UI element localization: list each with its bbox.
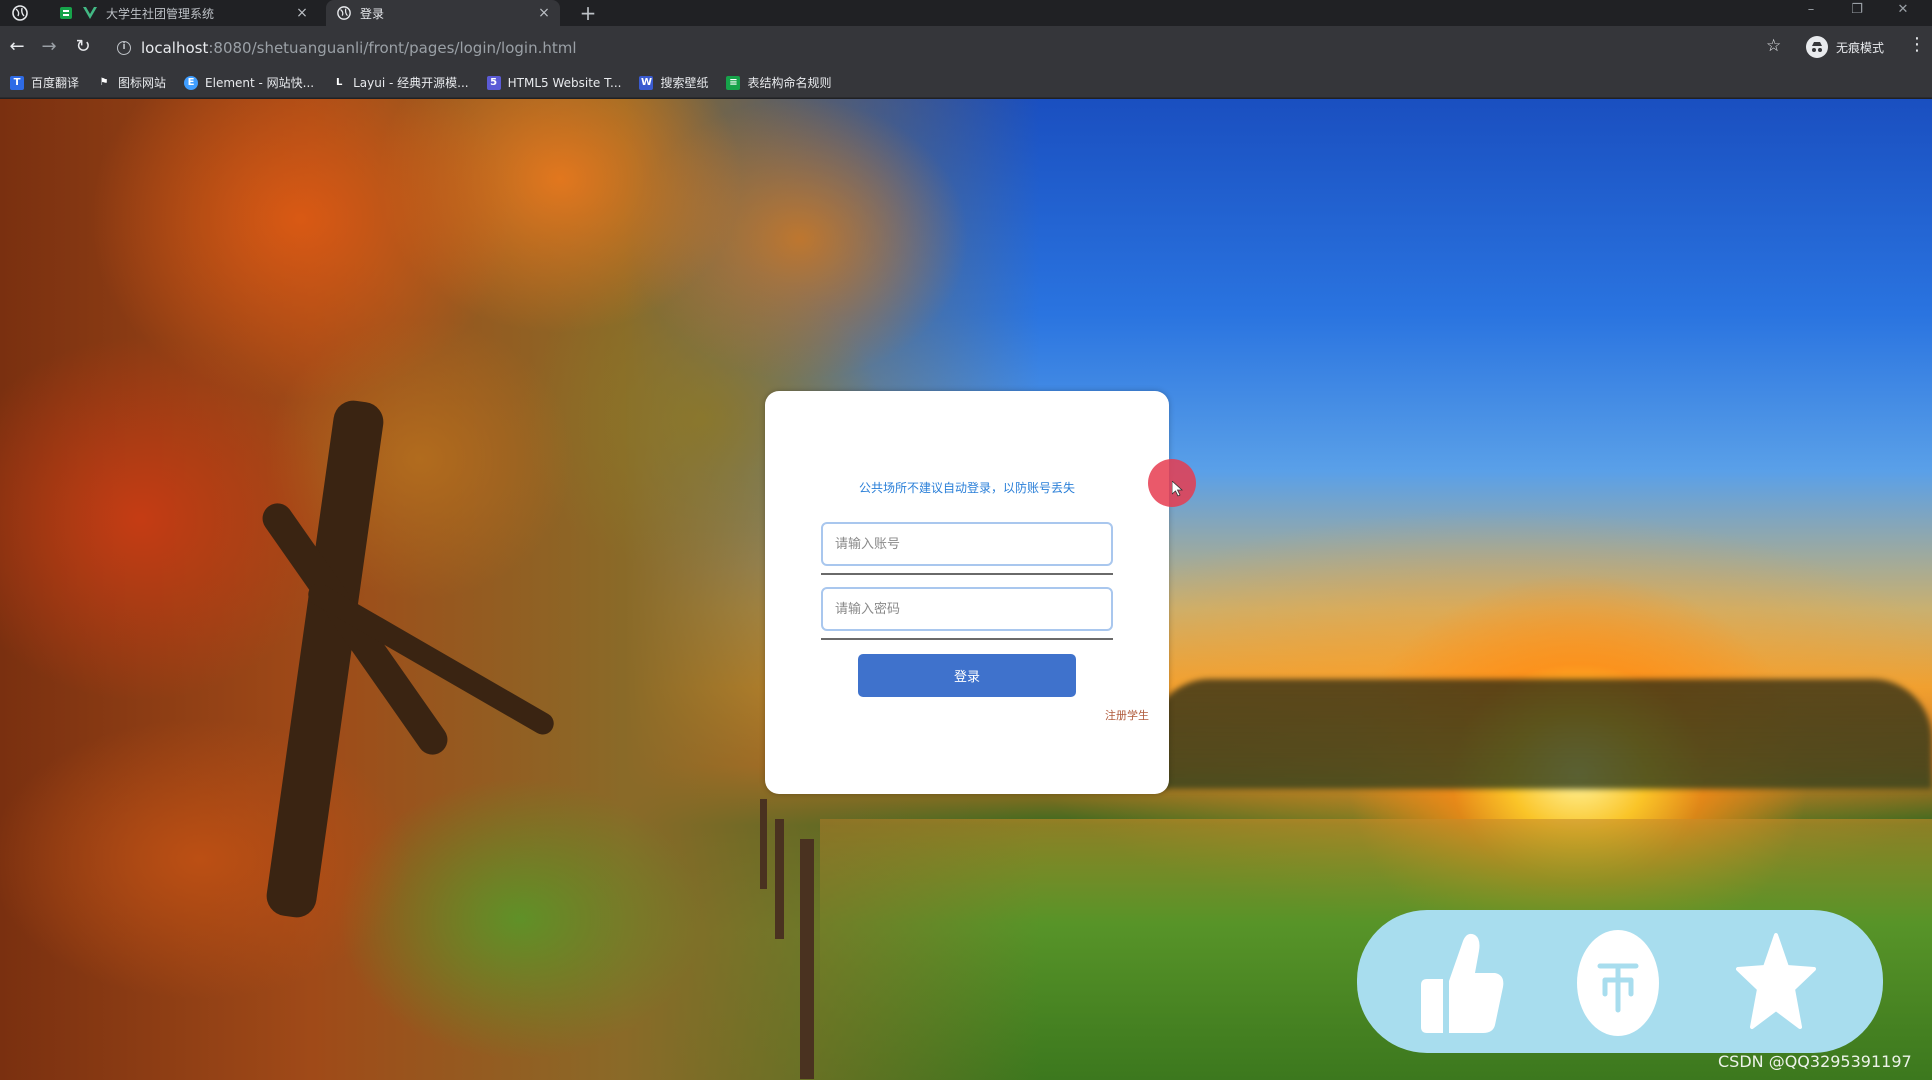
close-icon[interactable]: × bbox=[534, 5, 554, 21]
password-input[interactable] bbox=[821, 587, 1113, 631]
account-input[interactable] bbox=[821, 522, 1113, 566]
bookmark-label: HTML5 Website T... bbox=[507, 75, 622, 90]
html5-icon: 5 bbox=[486, 75, 501, 90]
incognito-icon bbox=[1806, 36, 1828, 58]
watermark: CSDN @QQ3295391197 bbox=[1718, 1052, 1912, 1071]
bookmark-table-naming[interactable]: ≡ 表结构命名规则 bbox=[726, 74, 831, 91]
globe-icon[interactable] bbox=[10, 3, 30, 23]
star-icon[interactable] bbox=[1721, 928, 1831, 1038]
bookmark-icon-site[interactable]: ⚑ 图标网站 bbox=[97, 74, 167, 91]
restore-icon[interactable]: ❐ bbox=[1834, 0, 1880, 26]
bookmark-html5[interactable]: 5 HTML5 Website T... bbox=[486, 75, 622, 90]
divider bbox=[821, 638, 1113, 640]
login-button[interactable]: 登录 bbox=[858, 654, 1076, 697]
tab-strip: 大学生社团管理系统 × 登录 × + – ❐ ✕ bbox=[0, 0, 1932, 26]
fence-post bbox=[760, 799, 767, 889]
tab-club-system[interactable]: 大学生社团管理系统 × bbox=[48, 0, 318, 26]
thumbs-up-icon[interactable] bbox=[1407, 928, 1517, 1038]
minimize-icon[interactable]: – bbox=[1788, 0, 1834, 26]
cursor-icon bbox=[1172, 481, 1184, 497]
sheet-icon bbox=[58, 5, 74, 21]
globe-icon bbox=[336, 5, 352, 21]
account-field-group bbox=[821, 522, 1113, 575]
close-window-icon[interactable]: ✕ bbox=[1880, 0, 1926, 26]
bookmark-label: 图标网站 bbox=[118, 76, 167, 90]
url-path: :8080/shetuanguanli/front/pages/login/lo… bbox=[208, 39, 577, 57]
sheet-icon: ≡ bbox=[726, 75, 741, 90]
action-bubble bbox=[1357, 910, 1883, 1053]
window-controls: – ❐ ✕ bbox=[1788, 0, 1926, 26]
bookmarks-bar: T 百度翻译 ⚑ 图标网站 E Element - 网站快... L Layui - 经… bbox=[0, 68, 1932, 98]
bookmark-wallpaper[interactable]: W 搜索壁纸 bbox=[639, 74, 708, 91]
bookmark-label: 表结构命名规则 bbox=[747, 76, 832, 90]
incognito-profile[interactable]: 无痕模式 bbox=[1806, 34, 1884, 60]
element-icon: E bbox=[184, 75, 199, 90]
flag-icon: ⚑ bbox=[99, 77, 109, 88]
reload-icon[interactable]: ↻ bbox=[72, 36, 94, 58]
fence-post bbox=[800, 839, 814, 1079]
info-icon[interactable]: i bbox=[117, 41, 131, 55]
bookmark-baidu-translate[interactable]: T 百度翻译 bbox=[10, 74, 79, 91]
bookmark-label: Layui - 经典开源模... bbox=[353, 76, 469, 90]
bookmark-layui[interactable]: L Layui - 经典开源模... bbox=[332, 74, 469, 91]
browser-toolbar: ← → ↻ i localhost:8080/shetuanguanli/fro… bbox=[0, 26, 1932, 68]
divider bbox=[821, 573, 1113, 575]
coin-icon[interactable] bbox=[1563, 928, 1673, 1038]
bookmark-label: 百度翻译 bbox=[31, 76, 80, 90]
baidu-translate-icon: T bbox=[10, 75, 24, 90]
tab-title: 大学生社团管理系统 bbox=[106, 6, 215, 21]
layui-icon: L bbox=[335, 77, 343, 88]
new-tab-button[interactable]: + bbox=[578, 1, 598, 25]
tab-title: 登录 bbox=[360, 6, 385, 21]
close-icon[interactable]: × bbox=[292, 5, 312, 21]
vue-icon bbox=[82, 5, 98, 21]
distant-treeline bbox=[1150, 679, 1932, 789]
bookmark-star-icon[interactable]: ☆ bbox=[1766, 36, 1781, 56]
password-field-group bbox=[821, 587, 1113, 640]
tab-login[interactable]: 登录 × bbox=[326, 0, 560, 26]
url-host: localhost bbox=[141, 39, 209, 57]
fence-post bbox=[775, 819, 784, 939]
bookmark-element[interactable]: E Element - 网站快... bbox=[184, 74, 314, 91]
url-text[interactable]: localhost:8080/shetuanguanli/front/pages… bbox=[141, 39, 577, 57]
login-tip: 公共场所不建议自动登录，以防账号丢失 bbox=[858, 481, 1075, 495]
wallpaper-icon: W bbox=[639, 75, 654, 90]
login-card: 公共场所不建议自动登录，以防账号丢失 登录 注册学生 bbox=[765, 391, 1169, 794]
address-bar[interactable]: i localhost:8080/shetuanguanli/front/pag… bbox=[110, 33, 1790, 63]
forward-icon[interactable]: → bbox=[38, 36, 60, 58]
bookmark-label: Element - 网站快... bbox=[205, 76, 315, 90]
register-student-link[interactable]: 注册学生 bbox=[1105, 707, 1149, 723]
more-menu-icon[interactable]: ⋮ bbox=[1908, 34, 1926, 55]
back-icon[interactable]: ← bbox=[6, 36, 28, 58]
profile-label: 无痕模式 bbox=[1836, 40, 1885, 55]
bookmark-label: 搜索壁纸 bbox=[660, 76, 709, 90]
